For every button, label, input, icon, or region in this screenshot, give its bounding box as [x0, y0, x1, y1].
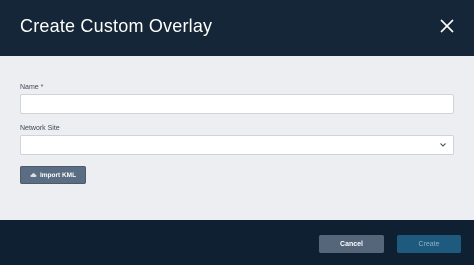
- close-icon: [440, 19, 454, 33]
- import-kml-button[interactable]: Import KML: [20, 166, 86, 184]
- create-custom-overlay-dialog: Create Custom Overlay Name * Network Sit…: [0, 0, 474, 265]
- dialog-body: Name * Network Site: [0, 56, 474, 220]
- name-input[interactable]: [20, 94, 454, 114]
- cancel-button[interactable]: Cancel: [319, 235, 384, 253]
- name-label: Name *: [20, 84, 44, 91]
- upload-cloud-icon: [30, 173, 37, 177]
- import-kml-label: Import KML: [39, 171, 77, 179]
- dialog-title: Create Custom Overlay: [20, 16, 213, 36]
- network-site-label: Network Site: [20, 125, 60, 132]
- dialog-header: Create Custom Overlay: [0, 0, 474, 56]
- create-button[interactable]: Create: [397, 235, 461, 253]
- dialog-footer: Cancel Create: [0, 220, 474, 265]
- close-button[interactable]: [440, 19, 454, 33]
- network-site-select[interactable]: [20, 135, 454, 155]
- chevron-down-icon: [440, 143, 446, 147]
